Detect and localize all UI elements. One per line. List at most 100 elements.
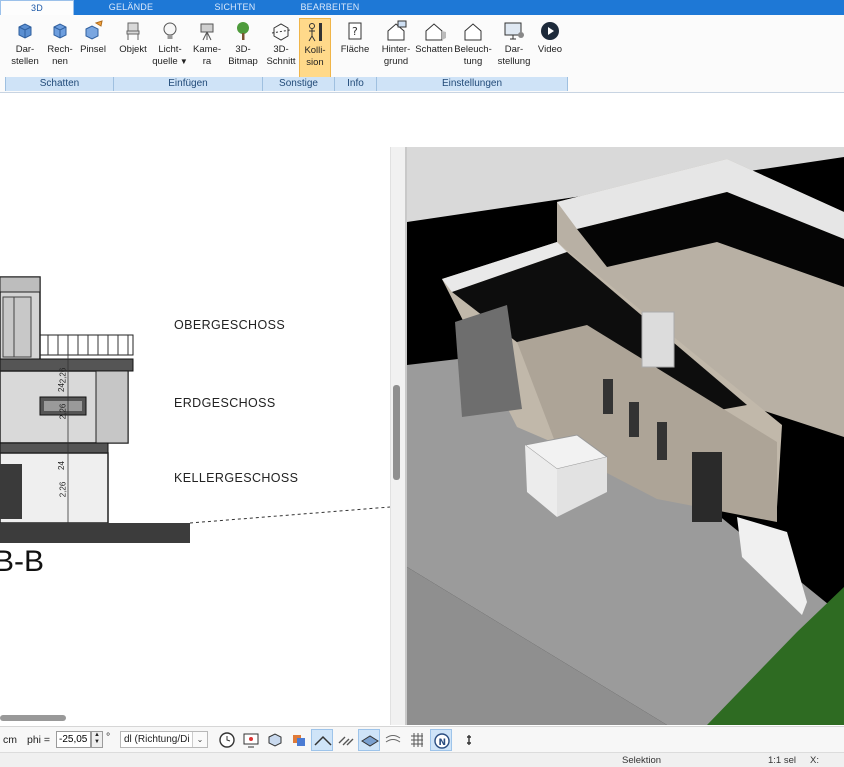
monitor-icon[interactable]	[240, 729, 262, 751]
dim-label-3: 2,26	[58, 403, 68, 420]
label-kellergeschoss: KELLERGESCHOSS	[174, 471, 299, 485]
ribbon-tab-bar: 3D GELÄNDE SICHTEN BEARBEITEN	[0, 0, 844, 15]
section-cube-icon	[271, 23, 291, 41]
layers-icon[interactable]	[288, 729, 310, 751]
beleuchtung-label-1: Beleuch-	[454, 44, 492, 55]
unit-label: cm	[3, 734, 17, 746]
video-button[interactable]: Video	[534, 18, 566, 78]
ribbon: Dar- stellen Rech- nen Pinsel Objekt Lic…	[0, 15, 844, 93]
objekt-button[interactable]: Objekt	[116, 18, 150, 78]
group-einstellungen: Einstellungen	[376, 77, 568, 91]
darstellung-label-1: Dar-	[504, 44, 524, 55]
grid-icon[interactable]	[406, 729, 428, 751]
lichtquelle-button[interactable]: Licht- quelle ▼	[152, 18, 188, 78]
schatten-button[interactable]: Schatten	[414, 18, 454, 78]
3d-house-render	[407, 147, 844, 725]
roof-icon[interactable]	[311, 729, 333, 751]
darstellen-label-1: Dar-	[15, 44, 35, 55]
bitmap3d-label-1: 3D-	[235, 44, 251, 55]
status-scale: 1:1 sel	[768, 755, 796, 766]
vertical-scrollbar-thumb[interactable]	[393, 385, 400, 480]
section-title: B-B	[0, 545, 45, 578]
bottom-toolbar: cm phi = ▲ ▼ ° dl (Richtung/Di ⌄ N	[0, 726, 844, 752]
lightbulb-icon	[163, 22, 177, 39]
3d-viewport[interactable]	[407, 147, 844, 725]
spin-down-icon[interactable]: ▼	[92, 739, 102, 746]
chevron-down-icon[interactable]: ⌄	[192, 732, 207, 747]
north-icon[interactable]: N	[430, 729, 452, 751]
tab-gelaende[interactable]: GELÄNDE	[96, 0, 166, 15]
tree-icon	[237, 22, 249, 40]
darstellen-button[interactable]: Dar- stellen	[8, 18, 42, 78]
monitor-settings-icon	[504, 22, 524, 40]
surface-icon[interactable]	[382, 729, 404, 751]
group-info: Info	[334, 77, 376, 91]
beleuchtung-button[interactable]: Beleuch- tung	[454, 18, 492, 78]
bitmap3d-button[interactable]: 3D- Bitmap	[226, 18, 260, 78]
dim-label-2: 24	[56, 461, 66, 470]
svg-text:N: N	[439, 738, 447, 748]
clock-icon[interactable]	[216, 729, 238, 751]
lichtquelle-label-2: quelle	[152, 56, 178, 67]
schatten-label: Schatten	[415, 44, 453, 55]
beleuchtung-label-2: tung	[463, 56, 483, 67]
house-background-icon	[387, 20, 407, 41]
kollision-button[interactable]: Kolli- sion	[299, 18, 331, 78]
spin-up-icon[interactable]: ▲	[92, 732, 102, 739]
cube-render-icon	[18, 23, 32, 39]
hintergrund-button[interactable]: Hinter- grund	[378, 18, 414, 78]
horizontal-scrollbar-thumb[interactable]	[0, 715, 66, 721]
pinsel-button[interactable]: Pinsel	[78, 18, 108, 78]
schnitt3d-label-1: 3D-	[273, 44, 289, 55]
hatch-icon[interactable]	[335, 729, 357, 751]
schnitt3d-label-2: Schnitt	[266, 56, 296, 67]
house-shadow-icon	[425, 23, 446, 41]
video-label: Video	[537, 44, 563, 55]
dim-label-5: 2,26	[58, 367, 68, 384]
hintergrund-label-1: Hinter-	[381, 44, 411, 55]
tab-bearbeiten[interactable]: BEARBEITEN	[290, 0, 370, 15]
surface-info-icon: ?	[348, 22, 362, 40]
status-bar: Selektion 1:1 sel X:	[0, 752, 844, 767]
darstellen-label-2: stellen	[11, 56, 39, 67]
kamera-button[interactable]: Kame- ra	[190, 18, 224, 78]
chair-icon	[126, 22, 140, 40]
degree-label: °	[106, 731, 111, 743]
rechnen-button[interactable]: Rech- nen	[44, 18, 76, 78]
flaeche-label: Fläche	[340, 44, 370, 55]
phi-label: phi =	[27, 734, 51, 746]
status-x-coordinate: X:	[810, 755, 819, 766]
rechnen-label-1: Rech-	[47, 44, 73, 55]
pinsel-label: Pinsel	[80, 44, 106, 55]
schnitt3d-button[interactable]: 3D- Schnitt	[264, 18, 298, 78]
dim-label-4: 24	[56, 383, 66, 392]
render-icon[interactable]	[264, 729, 286, 751]
phi-input[interactable]	[56, 731, 91, 748]
plane-icon[interactable]	[358, 729, 380, 751]
label-erdgeschoss: ERDGESCHOSS	[174, 396, 276, 410]
lichtquelle-label-1: Licht-	[158, 44, 182, 55]
more-icon[interactable]	[458, 729, 480, 751]
tab-sichten[interactable]: SICHTEN	[200, 0, 270, 15]
dropdown-arrow-icon[interactable]: ▼	[178, 57, 188, 66]
svg-text:?: ?	[352, 25, 358, 38]
status-mode: Selektion	[622, 755, 662, 766]
kollision-label-2: sion	[306, 57, 324, 68]
flaeche-button[interactable]: ? Fläche	[338, 18, 372, 78]
camera-icon	[200, 23, 214, 41]
darstellung-button[interactable]: Dar- stellung	[494, 18, 534, 78]
play-video-icon	[541, 22, 559, 40]
group-einfuegen: Einfügen	[113, 77, 262, 91]
section-drawing-pane[interactable]: 2,26 24 2,26 24 2,26	[0, 147, 390, 725]
brush-cube-icon	[85, 20, 103, 40]
rechnen-label-2: nen	[52, 56, 68, 67]
dim-label-1: 2,26	[58, 481, 68, 498]
group-schatten: Schatten	[5, 77, 113, 91]
phi-spinner[interactable]: ▲ ▼	[91, 731, 103, 748]
cube-compute-icon	[53, 23, 67, 39]
tab-3d[interactable]: 3D	[0, 0, 74, 15]
kamera-label-2: ra	[202, 56, 212, 67]
hintergrund-label-2: grund	[383, 56, 409, 67]
darstellung-label-2: stellung	[497, 56, 531, 67]
group-sonstige: Sonstige	[262, 77, 334, 91]
